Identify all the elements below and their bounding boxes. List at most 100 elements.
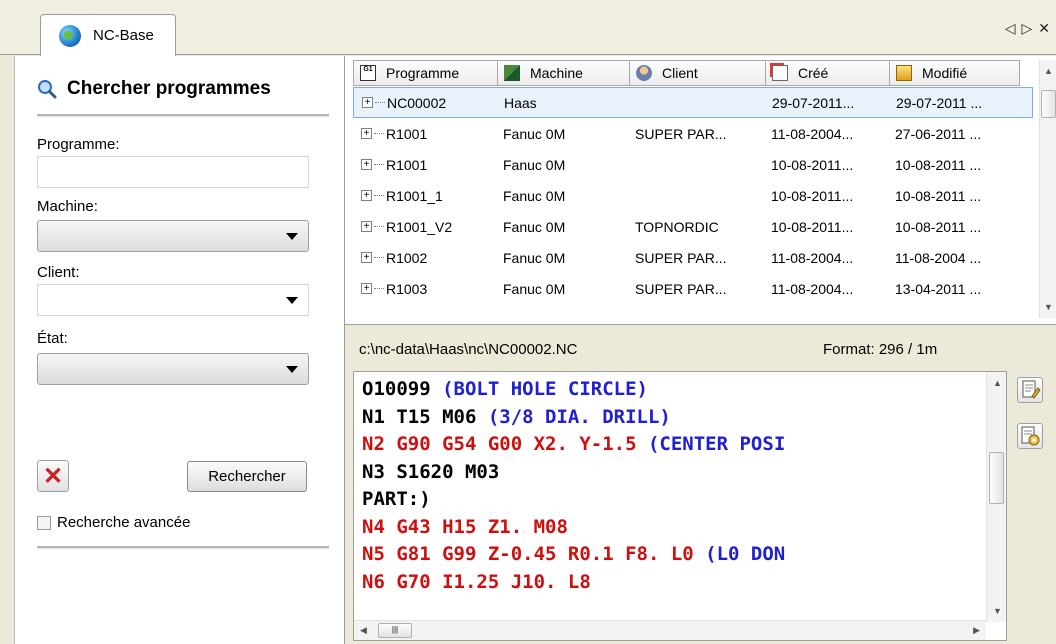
column-machine[interactable]: Machine <box>498 60 630 86</box>
cell-machine: Fanuc 0M <box>503 249 566 266</box>
globe-icon <box>59 24 81 47</box>
cell-cree: 11-08-2004... <box>771 249 854 266</box>
edit-file-button[interactable] <box>1017 377 1043 403</box>
expand-icon[interactable]: + <box>361 252 372 263</box>
expand-icon[interactable]: + <box>361 221 372 232</box>
cell-programme: R1003 <box>386 280 428 297</box>
scroll-left-icon[interactable]: ◁ <box>1005 20 1016 37</box>
expand-icon[interactable]: + <box>361 283 372 294</box>
cell-machine: Fanuc 0M <box>503 125 566 142</box>
column-client[interactable]: Client <box>630 60 766 86</box>
scroll-up-icon[interactable]: ▲ <box>993 378 1002 388</box>
scroll-left-icon[interactable]: ◀ <box>360 625 367 636</box>
expand-icon[interactable]: + <box>361 128 372 139</box>
table-row[interactable]: + R1001_1 Fanuc 0M 10-08-2011... 10-08-20… <box>353 180 1033 211</box>
column-cree[interactable]: Créé <box>766 60 890 86</box>
cell-programme: NC00002 <box>387 94 447 111</box>
machine-icon <box>504 65 520 81</box>
document-settings-icon <box>1021 426 1040 446</box>
cell-machine: Fanuc 0M <box>503 156 566 173</box>
cell-programme: R1001_V2 <box>386 218 453 235</box>
expand-icon[interactable]: + <box>362 97 373 108</box>
cell-modifie: 10-08-2011 ... <box>895 218 982 235</box>
chevron-down-icon <box>286 365 298 373</box>
code-line: N5 G81 G99 Z-0.45 R0.1 F8. L0 (L0 DON <box>354 541 984 569</box>
red-x-icon: ✕ <box>42 462 64 490</box>
cell-client: SUPER PAR... <box>635 125 727 142</box>
tab-nc-base[interactable]: NC-Base <box>40 14 176 56</box>
cell-modifie: 10-08-2011 ... <box>895 187 982 204</box>
file-format: Format: 296 / 1m <box>823 341 938 358</box>
scroll-thumb[interactable]: ||| <box>378 623 412 638</box>
etat-label: État: <box>37 330 68 347</box>
code-editor[interactable]: O10099 (BOLT HOLE CIRCLE) N1 T15 M06 (3/8… <box>353 371 1007 641</box>
code-segment: N3 S1620 M03 <box>362 460 500 483</box>
cell-client: SUPER PAR... <box>635 249 727 266</box>
client-icon <box>636 65 652 81</box>
view-file-button[interactable] <box>1017 423 1043 449</box>
column-programme[interactable]: G1 Programme <box>353 60 498 86</box>
cell-cree: 11-08-2004... <box>771 280 854 297</box>
advanced-search-label: Recherche avancée <box>57 514 191 531</box>
etat-select[interactable] <box>37 353 309 385</box>
code-segment: (L0 DON <box>705 543 786 565</box>
table-row[interactable]: + R1002 Fanuc 0M SUPER PAR... 11-08-2004.… <box>353 242 1033 273</box>
code-segment: (CENTER POSI <box>647 433 786 455</box>
divider <box>37 114 329 117</box>
machine-select[interactable] <box>37 220 309 252</box>
code-panel: c:\nc-data\Haas\nc\NC00002.NC Format: 29… <box>344 324 1056 644</box>
expand-icon[interactable]: + <box>361 159 372 170</box>
search-button[interactable]: Rechercher <box>187 461 307 492</box>
scroll-right-icon[interactable]: ▶ <box>973 625 980 636</box>
code-lines: O10099 (BOLT HOLE CIRCLE) N1 T15 M06 (3/8… <box>354 376 984 612</box>
search-title: Chercher programmes <box>37 78 271 100</box>
advanced-search-checkbox[interactable]: Recherche avancée <box>37 514 190 531</box>
cell-machine: Fanuc 0M <box>503 280 566 297</box>
code-line: N1 T15 M06 (3/8 DIA. DRILL) <box>354 404 984 432</box>
scroll-down-icon[interactable]: ▼ <box>993 606 1002 616</box>
code-segment: N6 G70 I1.25 J10. L8 <box>362 570 591 593</box>
scroll-thumb[interactable] <box>989 452 1004 504</box>
column-machine-label: Machine <box>530 65 583 81</box>
table-row[interactable]: + NC00002 Haas 29-07-2011... 29-07-2011 .… <box>353 87 1033 118</box>
cell-modifie: 29-07-2011 ... <box>896 94 983 111</box>
magnifier-icon <box>38 80 57 99</box>
scroll-down-icon[interactable]: ▼ <box>1044 302 1053 312</box>
cell-client: SUPER PAR... <box>635 280 727 297</box>
code-segment: (3/8 DIA. DRILL) <box>487 405 671 428</box>
column-modifie[interactable]: Modifié <box>890 60 1020 86</box>
clear-button[interactable]: ✕ <box>37 460 69 492</box>
code-segment: N1 T15 M06 <box>362 405 488 428</box>
code-segment: O10099 <box>362 378 443 400</box>
modified-file-icon <box>896 65 912 81</box>
table-row[interactable]: + R1001 Fanuc 0M SUPER PAR... 11-08-2004.… <box>353 118 1033 149</box>
tab-label: NC-Base <box>93 27 154 44</box>
editor-vertical-scrollbar[interactable]: ▲ ▼ <box>986 372 1006 622</box>
programme-input[interactable] <box>37 156 309 188</box>
code-line: O10099 (BOLT HOLE CIRCLE) <box>354 376 984 404</box>
code-line: PART:) <box>354 486 984 514</box>
cell-programme: R1001 <box>386 125 428 142</box>
grid-scrollbar[interactable]: ▲ ▼ <box>1039 60 1056 318</box>
client-select[interactable] <box>37 284 309 316</box>
table-row[interactable]: + R1001_V2 Fanuc 0M TOPNORDIC 10-08-2011.… <box>353 211 1033 242</box>
scroll-up-icon[interactable]: ▲ <box>1044 66 1053 76</box>
editor-horizontal-scrollbar[interactable]: ◀ ||| ▶ <box>354 620 986 640</box>
close-icon[interactable]: ✕ <box>1038 20 1050 37</box>
scroll-right-icon[interactable]: ▷ <box>1021 20 1032 37</box>
table-row[interactable]: + R1003 Fanuc 0M SUPER PAR... 11-08-2004.… <box>353 273 1033 304</box>
cell-machine: Haas <box>504 94 537 111</box>
expand-icon[interactable]: + <box>361 190 372 201</box>
chevron-down-icon <box>286 232 298 240</box>
scroll-thumb[interactable] <box>1041 90 1056 118</box>
new-file-icon <box>772 65 788 81</box>
cell-programme: R1001_1 <box>386 187 443 204</box>
cell-programme: R1002 <box>386 249 428 266</box>
search-panel: Chercher programmes Programme: Machine: … <box>14 56 344 644</box>
table-row[interactable]: + R1001 Fanuc 0M 10-08-2011... 10-08-2011… <box>353 149 1033 180</box>
code-segment: PART:) <box>362 488 431 510</box>
tab-strip: NC-Base ◁ ▷ ✕ <box>0 0 1056 56</box>
column-programme-label: Programme <box>386 65 460 81</box>
edit-document-icon <box>1022 380 1041 399</box>
cell-programme: R1001 <box>386 156 428 173</box>
